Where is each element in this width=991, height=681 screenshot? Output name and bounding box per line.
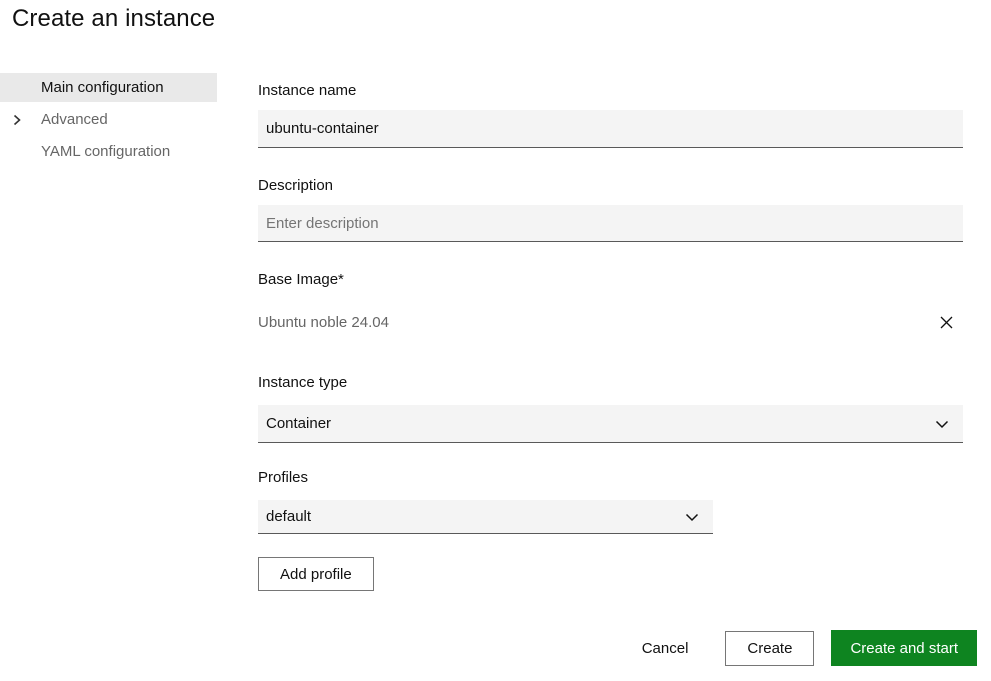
description-input[interactable] xyxy=(258,205,963,242)
base-image-row: Ubuntu noble 24.04 xyxy=(258,311,963,333)
profiles-label: Profiles xyxy=(258,469,309,486)
cancel-button[interactable]: Cancel xyxy=(638,630,693,666)
description-label: Description xyxy=(258,177,334,194)
sidebar-item-label: Advanced xyxy=(41,111,108,128)
sidebar-item-yaml-configuration[interactable]: YAML configuration xyxy=(0,137,217,166)
create-and-start-button[interactable]: Create and start xyxy=(831,630,977,666)
chevron-right-icon[interactable] xyxy=(11,114,23,126)
base-image-value: Ubuntu noble 24.04 xyxy=(258,313,389,331)
instance-type-value: Container xyxy=(266,415,332,432)
page-title: Create an instance xyxy=(12,5,216,32)
sidebar-item-label: YAML configuration xyxy=(41,143,171,160)
chevron-down-icon xyxy=(934,416,950,432)
base-image-label: Base Image* xyxy=(258,271,344,288)
chevron-down-icon xyxy=(684,509,700,525)
instance-name-input[interactable] xyxy=(258,110,963,148)
sidebar-item-label: Main configuration xyxy=(41,79,164,96)
close-icon[interactable] xyxy=(935,311,957,333)
instance-type-select[interactable]: Container xyxy=(258,405,963,443)
dialog-footer: Cancel Create Create and start xyxy=(638,630,977,666)
create-instance-dialog: Create an instance Main configuration Ad… xyxy=(0,0,991,681)
instance-type-label: Instance type xyxy=(258,374,348,391)
create-button[interactable]: Create xyxy=(725,630,815,666)
sidebar-item-advanced[interactable]: Advanced xyxy=(0,105,217,134)
instance-name-label: Instance name xyxy=(258,82,357,99)
form-navigation: Main configuration Advanced YAML configu… xyxy=(0,73,217,169)
add-profile-button[interactable]: Add profile xyxy=(258,557,374,591)
sidebar-item-main-configuration[interactable]: Main configuration xyxy=(0,73,217,102)
profiles-select[interactable]: default xyxy=(258,500,713,534)
profiles-value: default xyxy=(266,508,312,525)
